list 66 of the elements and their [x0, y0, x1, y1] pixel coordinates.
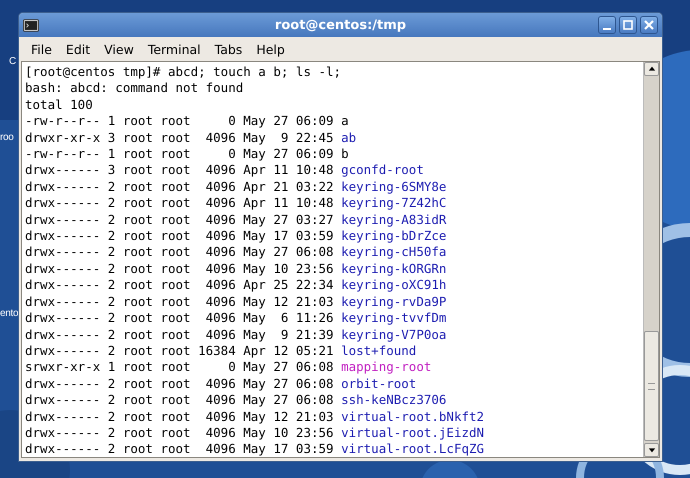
file-name: keyring-kORGRn [341, 260, 446, 278]
minimize-button[interactable] [598, 16, 616, 34]
file-name: keyring-bDrZce [341, 228, 446, 244]
listing-details: drwx------ 2 root root 4096 May 17 03:59 [25, 441, 334, 457]
scroll-bar[interactable] [643, 62, 659, 457]
listing-details: -rw-r--r-- 1 root root 0 May 27 06:09 [25, 113, 334, 130]
listing-details: drwx------ 2 root root 4096 May 9 21:39 [25, 326, 334, 343]
file-name: gconfd-root [341, 162, 424, 179]
desktop-icon-label[interactable]: ento [0, 308, 18, 319]
scroll-down-icon[interactable] [644, 443, 659, 457]
listing-details: drwx------ 3 root root 4096 Apr 11 10:48 [25, 162, 334, 179]
menu-item[interactable]: Help [250, 40, 291, 58]
listing-details: drwx------ 2 root root 4096 May 27 06:08 [25, 244, 334, 261]
file-name: keyring-rvDa9P [341, 294, 446, 310]
file-name: keyring-oXC91h [341, 277, 446, 294]
listing-details: drwx------ 2 root root 4096 May 27 03:27 [25, 212, 334, 228]
desktop-icon-label[interactable]: roo [0, 132, 14, 143]
scroll-thumb[interactable] [644, 331, 659, 441]
file-name: keyring-7Z42hC [341, 195, 446, 212]
terminal-line: [root@centos tmp]# abcd; touch a b; ls -l; [25, 64, 342, 80]
listing-details: drwx------ 2 root root 4096 Apr 11 10:48 [25, 195, 334, 212]
file-name: ab [341, 130, 356, 146]
file-name: mapping-root [341, 359, 432, 376]
file-name: virtual-root.LcFqZG [341, 441, 484, 457]
menu-item[interactable]: View [98, 40, 140, 58]
listing-details: drwx------ 2 root root 4096 May 27 06:08 [25, 392, 334, 409]
file-name: keyring-6SMY8e [341, 178, 446, 196]
listing-details: drwx------ 2 root root 16384 Apr 12 05:21 [25, 342, 334, 360]
listing-details: drwx------ 2 root root 4096 May 10 23:56 [25, 260, 334, 278]
file-name: ssh-keNBcz3706 [341, 392, 446, 409]
window-title: root@centos:/tmp [274, 18, 406, 32]
file-name: virtual-root.jEizdN [341, 424, 484, 442]
maximize-icon [622, 19, 634, 31]
listing-details: drwx------ 2 root root 4096 Apr 21 03:22 [25, 178, 334, 196]
close-icon [643, 19, 655, 31]
file-name: keyring-V7P0oa [341, 326, 446, 343]
file-name: lost+found [341, 342, 416, 360]
listing-details: drwxr-xr-x 3 root root 4096 May 9 22:45 [25, 130, 334, 146]
menu-item[interactable]: Edit [60, 40, 96, 58]
menu-item[interactable]: Terminal [142, 40, 207, 58]
terminal-line: total 100 [25, 96, 94, 114]
menu-item[interactable]: Tabs [208, 40, 248, 58]
listing-details: drwx------ 2 root root 4096 May 12 21:03 [25, 408, 334, 425]
file-name: b [341, 146, 349, 162]
listing-details: drwx------ 2 root root 4096 May 27 06:08 [25, 376, 334, 392]
listing-details: drwx------ 2 root root 4096 May 17 03:59 [25, 228, 334, 244]
terminal-line: bash: abcd: command not found [25, 80, 244, 97]
minimize-icon [603, 28, 611, 30]
listing-details: drwx------ 2 root root 4096 May 12 21:03 [25, 294, 334, 310]
file-name: keyring-tvvfDm [341, 310, 446, 326]
listing-details: drwx------ 2 root root 4096 May 6 11:26 [25, 310, 334, 326]
file-name: keyring-cH50fa [341, 244, 446, 261]
file-name: a [341, 113, 349, 130]
listing-details: drwx------ 2 root root 4096 May 10 23:56 [25, 424, 334, 442]
scroll-up-icon[interactable] [644, 62, 659, 76]
listing-details: -rw-r--r-- 1 root root 0 May 27 06:09 [25, 146, 334, 162]
listing-details: srwxr-xr-x 1 root root 0 May 27 06:08 [25, 359, 334, 376]
file-name: virtual-root.bNkft2 [341, 408, 484, 425]
file-name: keyring-A83idR [341, 212, 446, 228]
desktop-icon-label[interactable]: C [9, 56, 16, 67]
terminal-icon [23, 18, 39, 32]
maximize-button[interactable] [619, 16, 637, 34]
menu-item[interactable]: File [25, 40, 58, 58]
file-name: orbit-root [341, 376, 416, 392]
close-button[interactable] [640, 16, 658, 34]
listing-details: drwx------ 2 root root 4096 Apr 25 22:34 [25, 277, 334, 294]
